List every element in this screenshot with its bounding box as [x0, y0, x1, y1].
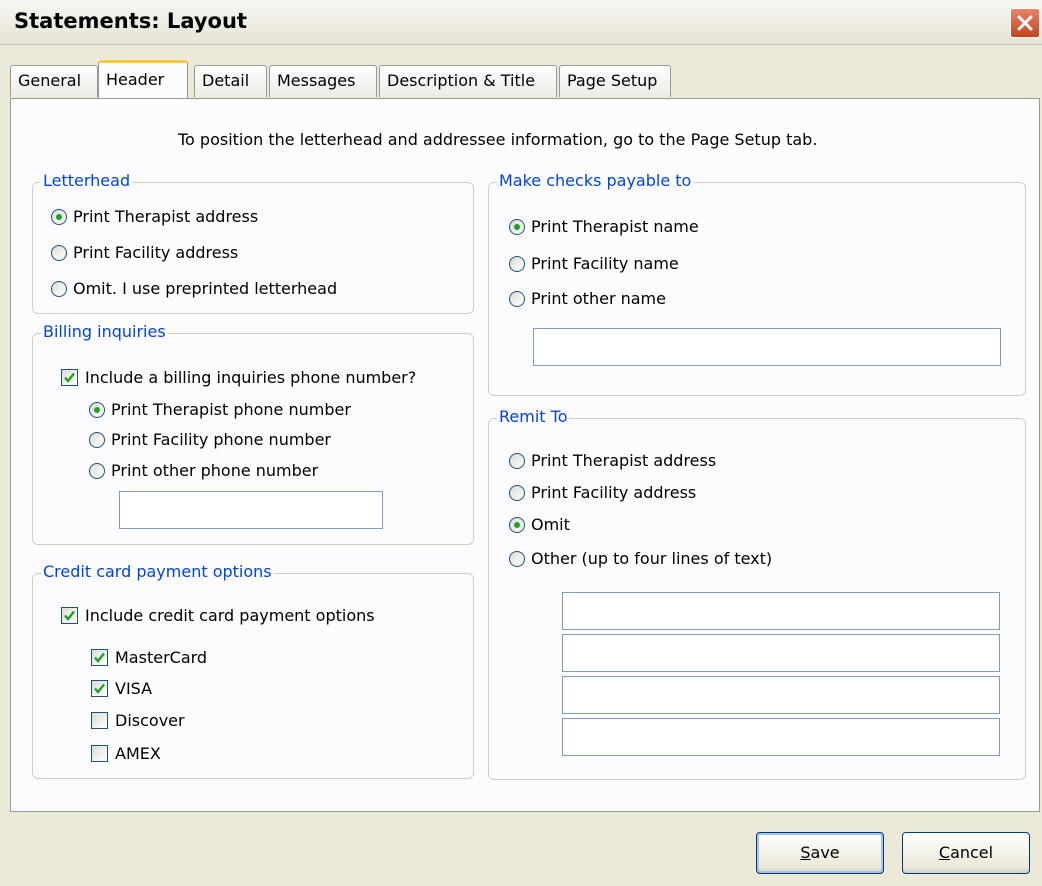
- remit-line-2-input[interactable]: [562, 634, 1000, 672]
- radio-button[interactable]: [509, 291, 525, 307]
- checkbox-label: Discover: [115, 711, 185, 730]
- radio-button[interactable]: [509, 256, 525, 272]
- radio-button[interactable]: [89, 432, 105, 448]
- option-label: Print other name: [531, 289, 666, 308]
- option-label: Omit: [531, 515, 570, 534]
- checkmark-icon: [64, 372, 75, 383]
- other-name-input[interactable]: [533, 328, 1001, 366]
- checkbox-label: AMEX: [115, 744, 161, 763]
- other-phone-input[interactable]: [119, 491, 383, 529]
- option-label: Print Facility address: [73, 243, 239, 262]
- title-bar[interactable]: Statements: Layout: [0, 0, 1042, 45]
- close-icon: [1017, 15, 1033, 31]
- make-checks-payable-group: Make checks payable to Print Therapist n…: [488, 171, 1026, 396]
- radio-button[interactable]: [51, 245, 67, 261]
- tab-description-title[interactable]: Description & Title: [379, 65, 557, 97]
- option-label: Print Facility phone number: [111, 430, 331, 449]
- remit-line-3-input[interactable]: [562, 676, 1000, 714]
- tab-general[interactable]: General: [10, 65, 98, 97]
- cancel-label: ancel: [950, 843, 994, 862]
- letterhead-legend: Letterhead: [41, 171, 133, 190]
- radio-button[interactable]: [51, 209, 67, 225]
- tab-header[interactable]: Header: [98, 60, 188, 98]
- remit-legend: Remit To: [497, 407, 570, 426]
- letterhead-group: Letterhead Print Therapist address Print…: [32, 171, 474, 314]
- cancel-button[interactable]: Cancel: [902, 832, 1030, 874]
- checkmark-icon: [64, 610, 75, 621]
- option-label: Omit. I use preprinted letterhead: [73, 279, 338, 298]
- radio-button[interactable]: [51, 281, 67, 297]
- checkbox[interactable]: [91, 745, 108, 762]
- instruction-text: To position the letterhead and addressee…: [178, 130, 818, 149]
- tab-detail[interactable]: Detail: [194, 65, 267, 97]
- checkbox-label: Include credit card payment options: [85, 606, 375, 625]
- remit-to-group: Remit To Print Therapist address Print F…: [488, 407, 1026, 780]
- cancel-accelerator: C: [938, 843, 951, 862]
- tab-messages[interactable]: Messages: [269, 65, 377, 97]
- checkmark-icon: [94, 652, 105, 663]
- option-label: Print Facility address: [531, 483, 697, 502]
- close-button[interactable]: [1010, 8, 1040, 38]
- radio-button[interactable]: [509, 551, 525, 567]
- checkbox[interactable]: [91, 712, 108, 729]
- window-title: Statements: Layout: [14, 9, 247, 33]
- option-label: Print Facility name: [531, 254, 679, 273]
- checkmark-icon: [94, 683, 105, 694]
- save-accelerator: S: [800, 843, 811, 862]
- checkbox[interactable]: [61, 369, 78, 386]
- remit-line-1-input[interactable]: [562, 592, 1000, 630]
- checkbox[interactable]: [61, 607, 78, 624]
- checkbox-label: VISA: [115, 679, 153, 698]
- dialog-window: Statements: Layout General Header Detail…: [0, 0, 1042, 886]
- checkbox-label: Include a billing inquiries phone number…: [85, 368, 417, 387]
- remit-line-4-input[interactable]: [562, 718, 1000, 756]
- radio-button[interactable]: [89, 463, 105, 479]
- radio-button[interactable]: [509, 219, 525, 235]
- checkbox[interactable]: [91, 680, 108, 697]
- checkbox-label: MasterCard: [115, 648, 208, 667]
- save-label: ave: [810, 843, 840, 862]
- tab-page-setup[interactable]: Page Setup: [559, 65, 671, 97]
- save-button[interactable]: Save: [756, 832, 884, 874]
- option-label: Print Therapist phone number: [111, 400, 351, 419]
- credit-card-group: Credit card payment options Include cred…: [32, 562, 474, 779]
- button-bar: [10, 812, 1040, 886]
- credit-legend: Credit card payment options: [41, 562, 274, 581]
- option-label: Print Therapist address: [531, 451, 717, 470]
- payable-legend: Make checks payable to: [497, 171, 694, 190]
- option-label: Print Therapist address: [73, 207, 259, 226]
- billing-inquiries-group: Billing inquiries Include a billing inqu…: [32, 322, 474, 545]
- checkbox[interactable]: [91, 649, 108, 666]
- option-label: Print Therapist name: [531, 217, 699, 236]
- radio-button[interactable]: [509, 453, 525, 469]
- radio-button[interactable]: [509, 517, 525, 533]
- option-label: Print other phone number: [111, 461, 319, 480]
- radio-button[interactable]: [89, 402, 105, 418]
- option-label: Other (up to four lines of text): [531, 549, 773, 568]
- billing-legend: Billing inquiries: [41, 322, 168, 341]
- radio-button[interactable]: [509, 485, 525, 501]
